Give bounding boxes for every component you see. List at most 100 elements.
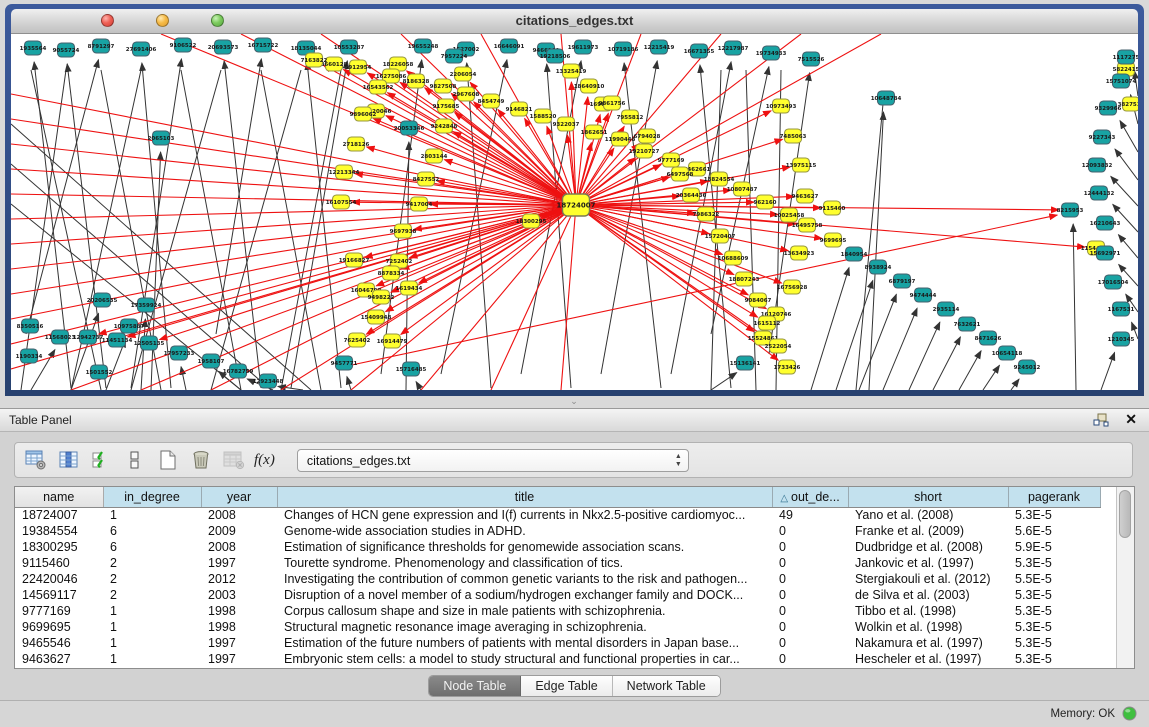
table-cell[interactable]: 9115460 bbox=[15, 555, 103, 571]
table-cell[interactable]: 1 bbox=[103, 635, 201, 651]
table-cell[interactable]: 2 bbox=[103, 555, 201, 571]
table-cell[interactable]: 1 bbox=[103, 603, 201, 619]
float-panel-icon[interactable] bbox=[1093, 413, 1109, 427]
table-cell[interactable]: 5.3E-5 bbox=[1008, 635, 1100, 651]
table-cell[interactable]: 0 bbox=[772, 635, 848, 651]
table-cell[interactable]: 9777169 bbox=[15, 603, 103, 619]
table-cell[interactable]: 5.3E-5 bbox=[1008, 555, 1100, 571]
table-row[interactable]: 1872400712008Changes of HCN gene express… bbox=[15, 507, 1100, 523]
table-cell[interactable]: Yano et al. (2008) bbox=[848, 507, 1008, 523]
table-cell[interactable]: 5.3E-5 bbox=[1008, 603, 1100, 619]
table-cell[interactable]: Franke et al. (2009) bbox=[848, 523, 1008, 539]
table-cell[interactable]: Stergiakouli et al. (2012) bbox=[848, 571, 1008, 587]
table-row[interactable]: 969969511998Structural magnetic resonanc… bbox=[15, 619, 1100, 635]
table-cell[interactable]: 5.3E-5 bbox=[1008, 619, 1100, 635]
table-row[interactable]: 1938455462009Genome-wide association stu… bbox=[15, 523, 1100, 539]
table-cell[interactable]: Estimation of significance thresholds fo… bbox=[277, 539, 772, 555]
table-cell[interactable]: 2003 bbox=[201, 587, 277, 603]
table-row[interactable]: 977716911998Corpus callosum shape and si… bbox=[15, 603, 1100, 619]
table-cell[interactable]: 18300295 bbox=[15, 539, 103, 555]
table-cell[interactable]: 5.3E-5 bbox=[1008, 507, 1100, 523]
table-cell[interactable]: Estimation of the future numbers of pati… bbox=[277, 635, 772, 651]
row-selection-mode-icon[interactable] bbox=[89, 448, 115, 472]
table-cell[interactable]: 1998 bbox=[201, 603, 277, 619]
table-cell[interactable]: 1 bbox=[103, 651, 201, 667]
column-header-year[interactable]: year bbox=[201, 487, 277, 507]
function-builder-icon[interactable]: f(x) bbox=[254, 452, 275, 469]
table-cell[interactable]: 5.5E-5 bbox=[1008, 571, 1100, 587]
table-cell[interactable]: 5.3E-5 bbox=[1008, 587, 1100, 603]
table-cell[interactable]: Tourette syndrome. Phenomenology and cla… bbox=[277, 555, 772, 571]
tab-network-table[interactable]: Network Table bbox=[613, 676, 720, 696]
table-cell[interactable]: 1997 bbox=[201, 555, 277, 571]
table-cell[interactable]: 1998 bbox=[201, 619, 277, 635]
table-cell[interactable]: 14569117 bbox=[15, 587, 103, 603]
citation-network-graph[interactable]: 1935564905572487912972769140691065222069… bbox=[11, 34, 1138, 390]
column-header-short[interactable]: short bbox=[848, 487, 1008, 507]
column-visibility-icon[interactable] bbox=[56, 448, 82, 472]
close-panel-icon[interactable]: ✕ bbox=[1125, 411, 1137, 428]
tab-edge-table[interactable]: Edge Table bbox=[521, 676, 612, 696]
table-cell[interactable]: 0 bbox=[772, 603, 848, 619]
table-cell[interactable]: 2009 bbox=[201, 523, 277, 539]
table-cell[interactable]: Nakamura et al. (1997) bbox=[848, 635, 1008, 651]
memory-ok-indicator-icon[interactable] bbox=[1122, 706, 1137, 726]
table-cell[interactable]: Hescheler et al. (1997) bbox=[848, 651, 1008, 667]
tab-node-table[interactable]: Node Table bbox=[429, 676, 521, 696]
table-cell[interactable]: Changes of HCN gene expression and I(f) … bbox=[277, 507, 772, 523]
table-cell[interactable]: 49 bbox=[772, 507, 848, 523]
column-header-title[interactable]: title bbox=[277, 487, 772, 507]
table-cell[interactable]: Tibbo et al. (1998) bbox=[848, 603, 1008, 619]
table-cell[interactable]: Genome-wide association studies in ADHD. bbox=[277, 523, 772, 539]
table-cell[interactable]: 6 bbox=[103, 523, 201, 539]
table-cell[interactable]: 1997 bbox=[201, 635, 277, 651]
table-cell[interactable]: 0 bbox=[772, 587, 848, 603]
table-cell[interactable]: 5.6E-5 bbox=[1008, 523, 1100, 539]
table-cell[interactable]: 0 bbox=[772, 619, 848, 635]
table-cell[interactable]: 22420046 bbox=[15, 571, 103, 587]
table-scrollbar[interactable] bbox=[1116, 487, 1134, 668]
network-canvas[interactable]: 1935564905572487912972769140691065222069… bbox=[11, 34, 1138, 390]
table-cell[interactable]: 0 bbox=[772, 523, 848, 539]
network-window-titlebar[interactable]: citations_edges.txt bbox=[11, 9, 1138, 34]
column-header-in_degree[interactable]: in_degree bbox=[103, 487, 201, 507]
panel-resize-grip[interactable]: ⌄ bbox=[566, 397, 582, 406]
table-cell[interactable]: Disruption of a novel member of a sodium… bbox=[277, 587, 772, 603]
table-cell[interactable]: de Silva et al. (2003) bbox=[848, 587, 1008, 603]
table-cell[interactable]: 0 bbox=[772, 555, 848, 571]
table-cell[interactable]: 0 bbox=[772, 651, 848, 667]
table-row[interactable]: 911546021997Tourette syndrome. Phenomeno… bbox=[15, 555, 1100, 571]
table-cell[interactable]: 9699695 bbox=[15, 619, 103, 635]
column-header-out_de[interactable]: △out_de... bbox=[772, 487, 848, 507]
network-table-select[interactable]: citations_edges.txt ▲▼ bbox=[297, 449, 689, 472]
table-cell[interactable]: Corpus callosum shape and size in male p… bbox=[277, 603, 772, 619]
table-cell[interactable]: Jankovic et al. (1997) bbox=[848, 555, 1008, 571]
table-cell[interactable]: 2008 bbox=[201, 507, 277, 523]
delete-column-icon[interactable] bbox=[188, 448, 214, 472]
table-row[interactable]: 2242004622012Investigating the contribut… bbox=[15, 571, 1100, 587]
table-cell[interactable]: Investigating the contribution of common… bbox=[277, 571, 772, 587]
table-cell[interactable]: Dudbridge et al. (2008) bbox=[848, 539, 1008, 555]
table-cell[interactable]: Structural magnetic resonance image aver… bbox=[277, 619, 772, 635]
column-header-pagerank[interactable]: pagerank bbox=[1008, 487, 1100, 507]
table-cell[interactable]: 6 bbox=[103, 539, 201, 555]
table-scrollbar-thumb[interactable] bbox=[1119, 490, 1131, 538]
table-row[interactable]: 1830029562008Estimation of significance … bbox=[15, 539, 1100, 555]
create-column-icon[interactable] bbox=[155, 448, 181, 472]
table-cell[interactable]: 18724007 bbox=[15, 507, 103, 523]
table-cell[interactable]: 1 bbox=[103, 507, 201, 523]
table-cell[interactable]: 2012 bbox=[201, 571, 277, 587]
table-cell[interactable]: 5.9E-5 bbox=[1008, 539, 1100, 555]
table-cell[interactable]: 1 bbox=[103, 619, 201, 635]
table-cell[interactable]: Embryonic stem cells: a model to study s… bbox=[277, 651, 772, 667]
table-cell[interactable]: 2 bbox=[103, 587, 201, 603]
column-header-name[interactable]: name bbox=[15, 487, 103, 507]
table-cell[interactable]: 9465546 bbox=[15, 635, 103, 651]
table-cell[interactable]: 2008 bbox=[201, 539, 277, 555]
table-row[interactable]: 946362711997Embryonic stem cells: a mode… bbox=[15, 651, 1100, 667]
table-cell[interactable]: 19384554 bbox=[15, 523, 103, 539]
node-table-grid[interactable]: namein_degreeyeartitle△out_de...shortpag… bbox=[15, 487, 1101, 667]
table-cell[interactable]: 0 bbox=[772, 571, 848, 587]
table-row[interactable]: 1456911722003Disruption of a novel membe… bbox=[15, 587, 1100, 603]
export-table-icon[interactable] bbox=[122, 448, 148, 472]
